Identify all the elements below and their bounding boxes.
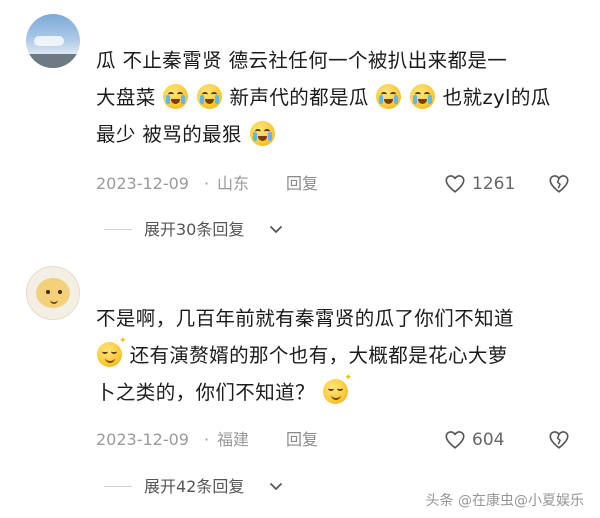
comment-text-segment: 最少 被骂的最狠: [96, 123, 242, 146]
comment-text-segment: 大盘菜: [96, 86, 156, 109]
avatar-landscape: [26, 54, 80, 68]
comment-location: 福建: [217, 430, 250, 449]
comment-text-segment: 也就zyl的瓜: [442, 86, 551, 109]
smirk-emoji-icon: ✦: [322, 374, 352, 404]
like-count: 1261: [472, 174, 516, 194]
comment-item: 不是啊，几百年前就有秦霄贤的瓜了你们不知道 ✦ 还有演赘婿的那个也有，大概都是花…: [0, 262, 600, 518]
avatar[interactable]: [26, 266, 80, 320]
reply-button[interactable]: 回复: [286, 428, 318, 452]
comment-text-segment: 不是啊，几百年前就有秦霄贤的瓜了你们不知道: [96, 307, 514, 330]
comment-text-segment: 新声代的都是瓜: [229, 86, 369, 109]
laugh-cry-emoji-icon: [376, 84, 402, 109]
smirk-emoji-icon: ✦: [97, 337, 127, 367]
avatar[interactable]: [26, 14, 80, 68]
laugh-cry-emoji-icon: [163, 84, 189, 109]
comment-text-segment: 瓜 不止秦霄贤 德云社任何一个被扒出来都是一: [96, 49, 508, 72]
comment-date: 2023-12-09: [96, 430, 189, 449]
laugh-cry-emoji-icon: [410, 84, 436, 109]
heart-icon[interactable]: [444, 429, 466, 451]
laugh-cry-emoji-icon: [249, 121, 275, 146]
comment-meta: 2023-12-09 · 福建 回复 604: [96, 428, 586, 452]
comment-meta: 2023-12-09 · 山东 回复 1261: [96, 172, 586, 196]
comment-line: 最少 被骂的最狠: [96, 116, 582, 153]
divider: [104, 229, 132, 230]
comment-line: 瓜 不止秦霄贤 德云社任何一个被扒出来都是一: [96, 42, 582, 79]
comment-item: 瓜 不止秦霄贤 德云社任何一个被扒出来都是一 大盘菜 新声代的都是瓜 也就zyl…: [0, 0, 600, 262]
like-count: 604: [472, 430, 505, 450]
avatar-cloud: [34, 36, 64, 46]
broken-heart-icon[interactable]: [548, 429, 570, 451]
comment-text: 不是啊，几百年前就有秦霄贤的瓜了你们不知道 ✦ 还有演赘婿的那个也有，大概都是花…: [96, 300, 582, 411]
comment-line: 卜之类的，你们不知道？ ✦: [96, 374, 582, 411]
comment-text: 瓜 不止秦霄贤 德云社任何一个被扒出来都是一 大盘菜 新声代的都是瓜 也就zyl…: [96, 42, 582, 153]
comment-date: 2023-12-09: [96, 174, 189, 193]
comment-location: 山东: [217, 174, 250, 193]
chevron-down-icon: [268, 221, 284, 241]
comment-line: 不是啊，几百年前就有秦霄贤的瓜了你们不知道: [96, 300, 582, 337]
expand-replies-label: 展开42条回复: [144, 477, 245, 496]
divider: [104, 486, 132, 487]
avatar-eye: [46, 290, 50, 294]
avatar-eye: [58, 290, 62, 294]
reply-button[interactable]: 回复: [286, 172, 318, 196]
laugh-cry-emoji-icon: [196, 84, 222, 109]
chevron-down-icon: [268, 478, 284, 498]
comment-line: 大盘菜 新声代的都是瓜 也就zyl的瓜: [96, 79, 582, 116]
comment-text-segment: 卜之类的，你们不知道？: [96, 381, 315, 404]
watermark: 头条 @在康虫@小夏娱乐: [425, 493, 584, 509]
comment-line: ✦ 还有演赘婿的那个也有，大概都是花心大萝: [96, 337, 582, 374]
meta-separator: ·: [204, 430, 210, 449]
expand-replies-label: 展开30条回复: [144, 220, 245, 239]
broken-heart-icon[interactable]: [548, 173, 570, 195]
heart-icon[interactable]: [444, 173, 466, 195]
comment-text-segment: 还有演赘婿的那个也有，大概都是花心大萝: [129, 344, 508, 367]
meta-separator: ·: [204, 174, 210, 193]
